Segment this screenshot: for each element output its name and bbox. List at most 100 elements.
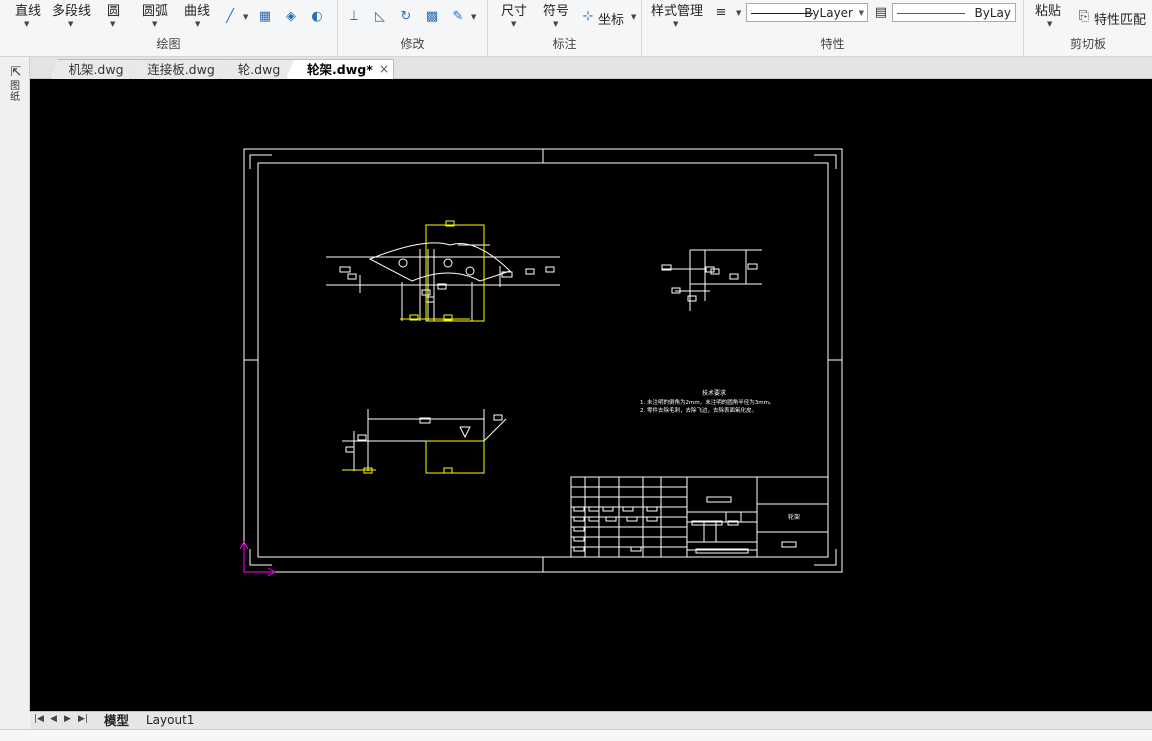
region-icon[interactable]: ◈ bbox=[283, 9, 299, 25]
file-tab-2[interactable]: 轮.dwg bbox=[220, 59, 298, 79]
file-tab-1[interactable]: 连接板.dwg bbox=[130, 59, 232, 79]
layout-tab-layout1[interactable]: Layout1 bbox=[146, 713, 194, 729]
ribbon-group-clipboard: 粘贴 ▼ ⎘ 特性匹配 剪切板 bbox=[1024, 0, 1152, 57]
construction-line-dropdown-icon[interactable]: ▼ bbox=[243, 13, 248, 21]
lineweight-select[interactable]: ByLay bbox=[892, 3, 1016, 22]
title-block-part-name: 轮架 bbox=[788, 513, 800, 521]
front-view-geometry bbox=[326, 242, 560, 321]
tech-requirements-line-2: 2. 零件去除毛刺，去除飞边，去除表面氧化皮。 bbox=[640, 406, 757, 414]
match-properties-button[interactable]: 特性匹配 bbox=[1094, 9, 1146, 28]
curve-dropdown-icon[interactable]: ▼ bbox=[195, 20, 200, 28]
draw-group-label: 绘图 bbox=[156, 37, 181, 51]
boundary-icon[interactable]: ◐ bbox=[309, 9, 325, 25]
title-block-cell-text bbox=[630, 546, 642, 552]
paste-button[interactable]: 粘贴 bbox=[1035, 0, 1061, 19]
cad-application-window: 直线 ▼ 多段线 ▼ 圆 ▼ 圆弧 ▼ 曲线 ▼ ╱ ▼ ▦ ◈ ◐ 绘图 ⟘ … bbox=[0, 0, 1152, 741]
drawing-canvas[interactable]: 技术要求 1. 未注明的倒角为2mm，未注明的圆角半径为3mm。 2. 零件去除… bbox=[30, 79, 1152, 711]
lineweight-icon[interactable]: ▤ bbox=[873, 5, 889, 21]
polyline-dropdown-icon[interactable]: ▼ bbox=[68, 20, 73, 28]
file-tab-3[interactable]: 轮架.dwg* × bbox=[286, 59, 394, 79]
layout-tab-model[interactable]: 模型 bbox=[104, 713, 129, 729]
style-manager-button[interactable]: 样式管理 bbox=[651, 0, 703, 19]
edit-icon[interactable]: ✎ bbox=[450, 9, 466, 25]
title-block-cell-text bbox=[622, 506, 634, 512]
construction-line-icon[interactable]: ╱ bbox=[222, 9, 238, 25]
layout-tab-bar: |◀ ◀ ▶ ▶| 模型 Layout1 bbox=[30, 711, 1152, 729]
title-block-cell-text bbox=[588, 516, 600, 522]
linetype-select[interactable]: ByLayer ▼ bbox=[746, 3, 868, 22]
dimension-dropdown-icon[interactable]: ▼ bbox=[511, 20, 516, 28]
file-tab-label: 机架.dwg bbox=[68, 62, 124, 77]
rotate-icon[interactable]: ↻ bbox=[398, 9, 414, 25]
sheet-outer-frame bbox=[243, 148, 843, 573]
file-tab-label: 轮.dwg bbox=[237, 62, 281, 77]
lineweight-value: ByLay bbox=[974, 6, 1011, 20]
sheet-panel-icon[interactable]: ⇱ bbox=[8, 65, 24, 81]
ribbon-toolbar: 直线 ▼ 多段线 ▼ 圆 ▼ 圆弧 ▼ 曲线 ▼ ╱ ▼ ▦ ◈ ◐ 绘图 ⟘ … bbox=[0, 0, 1152, 57]
coordinate-button[interactable]: 坐标 bbox=[598, 9, 624, 28]
command-line[interactable] bbox=[0, 729, 1152, 741]
file-tab-label: 连接板.dwg bbox=[147, 62, 215, 77]
arc-button[interactable]: 圆弧 bbox=[142, 0, 168, 19]
left-sidebar: ⇱ 图纸 bbox=[0, 57, 30, 712]
line-dropdown-icon[interactable]: ▼ bbox=[24, 20, 29, 28]
ribbon-group-annotation: 尺寸 ▼ 符号 ▼ ⊹ 坐标 ▼ 标注 bbox=[488, 0, 642, 57]
title-block-cell-text bbox=[573, 526, 585, 532]
title-block-cell-text bbox=[646, 516, 658, 522]
modify-dropdown-icon[interactable]: ▼ bbox=[471, 13, 476, 21]
file-tab-label: 轮架.dwg* bbox=[307, 62, 373, 77]
file-tab-bar: 机架.dwg 连接板.dwg 轮.dwg 轮架.dwg* × bbox=[30, 57, 1152, 79]
last-layout-icon[interactable]: ▶| bbox=[78, 714, 88, 724]
array-icon[interactable]: ▩ bbox=[424, 9, 440, 25]
curve-button[interactable]: 曲线 bbox=[184, 0, 210, 19]
file-tab-0[interactable]: 机架.dwg bbox=[50, 59, 142, 79]
symbol-button[interactable]: 符号 bbox=[543, 0, 569, 19]
sheet-center-marks bbox=[244, 149, 842, 572]
drawing-svg: 技术要求 1. 未注明的倒角为2mm，未注明的圆角半径为3mm。 2. 零件去除… bbox=[239, 148, 843, 577]
line-button[interactable]: 直线 bbox=[15, 0, 41, 19]
lineweight-preview-stroke bbox=[897, 13, 965, 14]
prev-layout-icon[interactable]: ◀ bbox=[50, 714, 57, 724]
title-block-table bbox=[570, 477, 688, 557]
arc-dropdown-icon[interactable]: ▼ bbox=[152, 20, 157, 28]
title-block-cell-text bbox=[626, 516, 638, 522]
side-view-geometry bbox=[661, 249, 762, 311]
stretch-icon[interactable]: ⟘ bbox=[346, 9, 362, 25]
linetype-icon[interactable]: ≡ bbox=[713, 5, 729, 21]
dimension-button[interactable]: 尺寸 bbox=[501, 0, 527, 19]
ribbon-group-draw: 直线 ▼ 多段线 ▼ 圆 ▼ 圆弧 ▼ 曲线 ▼ ╱ ▼ ▦ ◈ ◐ 绘图 bbox=[0, 0, 338, 57]
title-block-cell-text bbox=[573, 546, 585, 552]
first-layout-icon[interactable]: |◀ bbox=[34, 714, 44, 724]
circle-button[interactable]: 圆 bbox=[107, 0, 120, 19]
bottom-view-highlight bbox=[342, 440, 485, 474]
style-manager-dropdown-icon[interactable]: ▼ bbox=[673, 20, 678, 28]
linetype-list-dropdown-icon[interactable]: ▼ bbox=[736, 9, 741, 17]
title-block-cell-text bbox=[588, 506, 600, 512]
sheet-inner-frame bbox=[257, 162, 829, 558]
close-tab-icon[interactable]: × bbox=[379, 60, 389, 79]
modify-group-label: 修改 bbox=[400, 37, 425, 51]
tech-requirements-line-1: 1. 未注明的倒角为2mm，未注明的圆角半径为3mm。 bbox=[640, 398, 774, 406]
title-block-cell-text bbox=[605, 516, 617, 522]
sheet-corner-marks bbox=[249, 154, 837, 566]
coordinate-dropdown-icon[interactable]: ▼ bbox=[631, 13, 636, 21]
sheet-panel-label[interactable]: 图纸 bbox=[10, 81, 22, 103]
linetype-chevron-down-icon: ▼ bbox=[858, 9, 864, 17]
annotation-group-label: 标注 bbox=[552, 37, 577, 51]
polyline-button[interactable]: 多段线 bbox=[52, 0, 91, 19]
hatch-icon[interactable]: ▦ bbox=[257, 9, 273, 25]
match-properties-icon: ⎘ bbox=[1078, 9, 1090, 24]
bottom-view-geometry bbox=[342, 409, 507, 471]
title-block-cell-text bbox=[573, 516, 585, 522]
symbol-dropdown-icon[interactable]: ▼ bbox=[553, 20, 558, 28]
title-block-cell-text bbox=[573, 536, 585, 542]
linetype-value: ByLayer bbox=[804, 6, 853, 20]
scale-icon[interactable]: ◺ bbox=[372, 9, 388, 25]
ribbon-group-modify: ⟘ ◺ ↻ ▩ ✎ ▼ 修改 bbox=[338, 0, 488, 57]
next-layout-icon[interactable]: ▶ bbox=[64, 714, 71, 724]
title-block-cell-text bbox=[602, 506, 614, 512]
front-view-highlight bbox=[400, 220, 485, 322]
circle-dropdown-icon[interactable]: ▼ bbox=[110, 20, 115, 28]
ribbon-group-properties: 样式管理 ▼ ≡ ▼ ByLayer ▼ ▤ ByLay 特性 bbox=[642, 0, 1024, 57]
paste-dropdown-icon[interactable]: ▼ bbox=[1047, 20, 1052, 28]
